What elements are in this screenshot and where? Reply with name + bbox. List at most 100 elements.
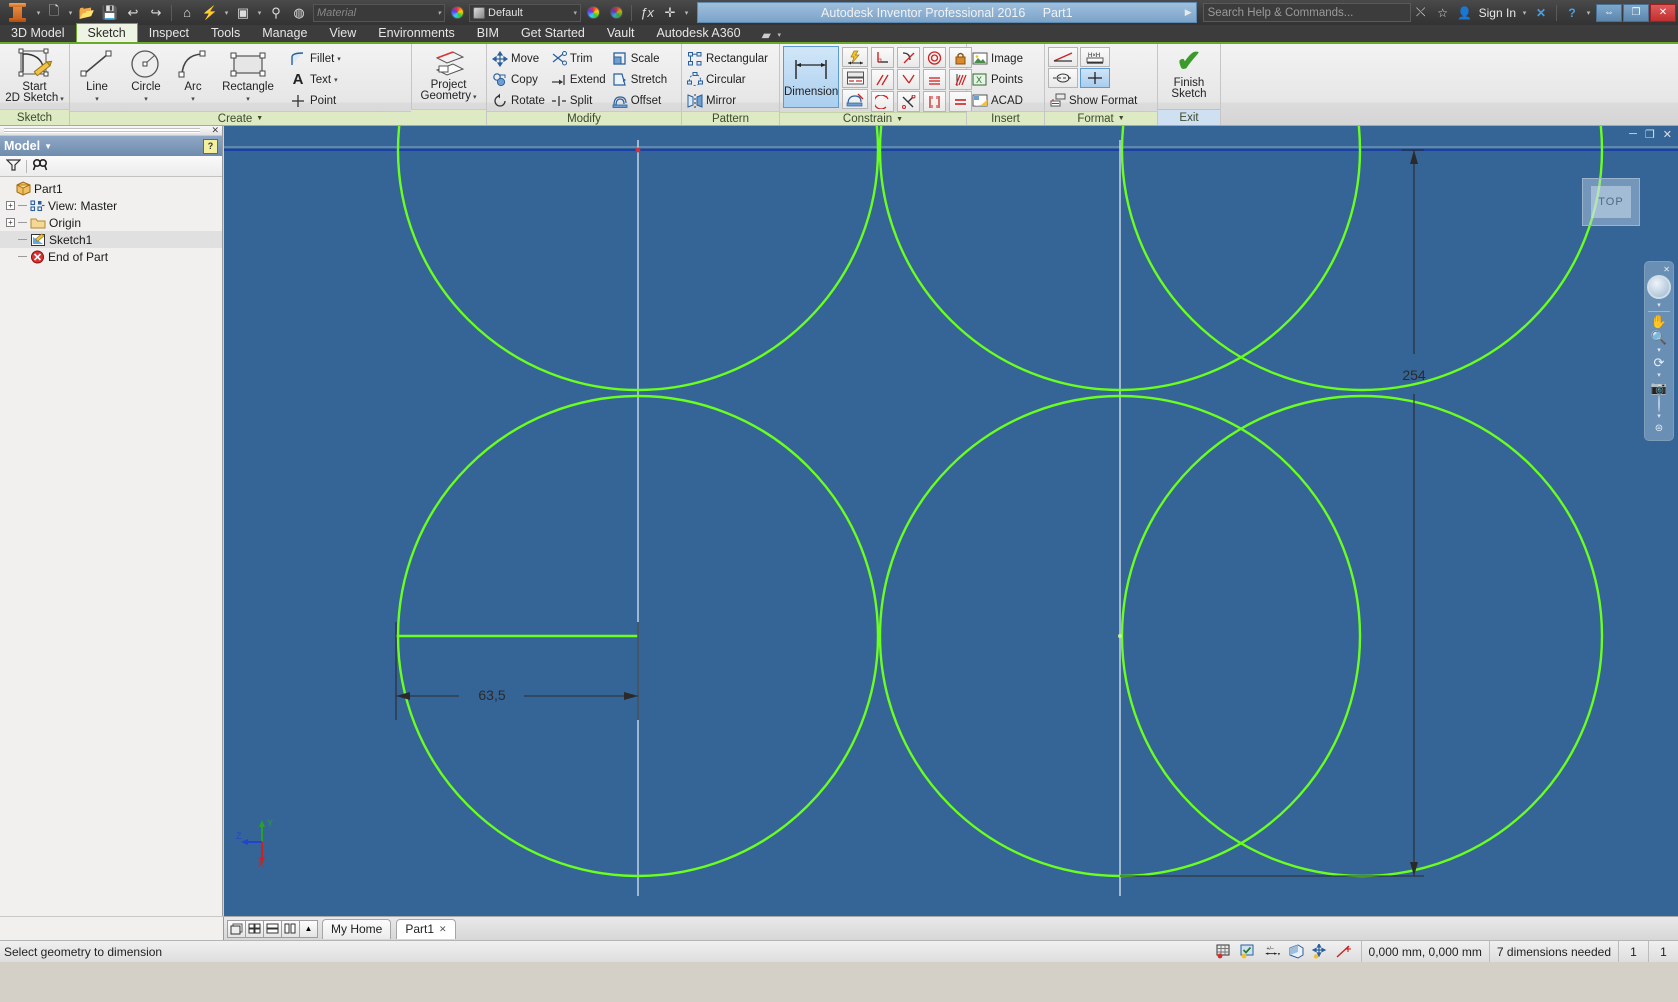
filter-icon[interactable] [5,158,22,175]
tab-vault[interactable]: Vault [596,23,646,42]
dimension-button[interactable]: Dimension [783,46,840,108]
perpendicular-constraint-icon[interactable] [871,47,895,68]
finish-sketch-button[interactable]: ✔ Finish Sketch [1161,46,1217,100]
tab-get-started[interactable]: Get Started [510,23,596,42]
adjust-appearance-icon[interactable] [582,2,604,24]
navbar-options-icon[interactable]: ⊜ [1655,421,1663,436]
copy-button[interactable]: Copy [490,69,549,90]
text-button[interactable]: A Text ▾ [287,69,345,90]
tab-sketch[interactable]: Sketch [75,23,138,42]
zoom-magnifier-icon[interactable]: 🔍 [1651,330,1667,345]
split-button[interactable]: Split [549,90,610,111]
new-icon[interactable]: 🗋 [43,2,65,24]
insert-image-button[interactable]: Image [970,48,1027,69]
tile-view-button[interactable] [245,919,264,938]
mirror-button[interactable]: Mirror [685,90,772,111]
restore-button[interactable]: ❐ [1623,3,1649,22]
zoom-caret-icon[interactable]: ▾ [1657,346,1661,354]
move-button[interactable]: Move [490,48,549,69]
concentric-constraint-icon[interactable] [923,47,947,68]
quick-access-caret-icon[interactable]: ▾ [34,9,43,17]
horizontal-tile-button[interactable] [263,919,282,938]
tab-tools[interactable]: Tools [200,23,251,42]
browser-help-icon[interactable]: ? [203,138,218,154]
relax-mode-icon[interactable] [1336,943,1353,960]
select-icon[interactable]: ▣ [232,2,254,24]
offset-button[interactable]: Offset [610,90,671,111]
smooth-constraint-icon[interactable] [871,91,895,112]
center-point-icon[interactable] [1080,68,1110,88]
sign-in-caret-icon[interactable]: ▾ [1520,9,1529,17]
show-format-button[interactable]: Show Format [1048,90,1141,111]
vertical-constraint-icon[interactable] [923,91,947,112]
insert-points-button[interactable]: X Points [970,69,1027,90]
user-avatar-icon[interactable]: 👤 [1455,3,1475,23]
tree-node-end-of-part[interactable]: End of Part [0,248,222,265]
parameters-fx-icon[interactable]: ƒx [636,2,658,24]
tab-inspect[interactable]: Inspect [138,23,200,42]
sign-in-button[interactable]: Sign In [1477,6,1518,20]
insert-acad-button[interactable]: ACAD [970,90,1027,111]
title-overflow-icon[interactable]: ▶ [1185,7,1192,18]
expand-tabs-button[interactable]: ▲ [299,919,318,938]
find-icon[interactable] [32,158,49,175]
share-icon[interactable]: ⤬ [1411,3,1431,23]
redo-icon[interactable]: ↪ [145,2,167,24]
point-button[interactable]: Point [287,90,345,111]
extend-button[interactable]: Extend [549,69,610,90]
pan-hand-icon[interactable]: ✋ [1651,314,1667,329]
undo-icon[interactable]: ↩ [122,2,144,24]
collinear-constraint-icon[interactable] [923,69,947,90]
tree-node-part1[interactable]: Part1 [0,180,222,197]
dimension-display-icon[interactable]: +/– ▾ [1264,943,1281,960]
orbit-icon[interactable]: ⟳ [1654,355,1665,370]
graphics-window[interactable]: ─ ❐ ✕ 63,5 254 TOP ✕ ▾ ✋ 🔍 ▾ ⟳ ▾ 📷 ▾ ⊜ Y… [224,126,1678,916]
display-caret-icon[interactable]: ▾ [1657,412,1661,420]
constraint-settings-icon[interactable] [842,89,869,109]
panel-format-caret-icon[interactable]: ▼ [1118,115,1125,122]
appearance-color-icon[interactable] [446,2,468,24]
tab-bim[interactable]: BIM [466,23,510,42]
horizontal-constraint-icon[interactable] [897,91,921,112]
tab-manage[interactable]: Manage [251,23,318,42]
navbar-close-icon[interactable]: ✕ [1663,265,1670,274]
gfx-minimize-icon[interactable]: ─ [1629,128,1637,140]
help-caret-icon[interactable]: ▾ [1584,9,1593,17]
home-icon[interactable]: ⌂ [176,2,198,24]
favorites-star-icon[interactable]: ☆ [1433,3,1453,23]
rectangle-button[interactable]: Rectangle ▾ [215,46,281,105]
panel-constrain-caret-icon[interactable]: ▼ [896,116,903,123]
project-geometry-button[interactable]: Project Geometry ▾ [414,46,483,103]
tab-view[interactable]: View [318,23,367,42]
tab-3d-model[interactable]: 3D Model [0,23,76,42]
close-button[interactable]: ✕ [1650,3,1676,22]
steering-wheel-caret-icon[interactable]: ▾ [1657,301,1661,309]
browser-title-caret-icon[interactable]: ▼ [44,142,52,151]
select-caret-icon[interactable]: ▾ [255,9,264,17]
appearance-globe-icon[interactable]: ◍ [288,2,310,24]
open-icon[interactable]: 📂 [76,2,98,24]
rectangular-pattern-button[interactable]: Rectangular [685,48,772,69]
view-cube[interactable]: TOP [1582,178,1640,226]
fillet-button[interactable]: Fillet ▾ [287,48,345,69]
parallel-constraint-icon[interactable] [871,69,895,90]
style-selector[interactable]: Default ▾ [469,3,581,22]
arc-button[interactable]: Arc ▾ [171,46,215,105]
update-caret-icon[interactable]: ▾ [222,9,231,17]
material-selector[interactable]: Material ▾ [313,3,445,22]
search-input[interactable]: Search Help & Commands... [1202,3,1411,22]
show-display-icon[interactable] [1658,395,1660,412]
style-caret-icon[interactable]: ▾ [573,9,577,17]
add-to-qat-icon[interactable]: ✛ [659,2,681,24]
new-caret-icon[interactable]: ▾ [66,9,75,17]
inventor-logo-icon[interactable] [0,0,34,25]
show-constraints-icon[interactable] [842,68,869,88]
view-cube-top-face[interactable]: TOP [1591,186,1631,218]
return-icon[interactable]: ⚲ [265,2,287,24]
panel-create-caret-icon[interactable]: ▼ [256,115,263,122]
expander-view-master[interactable]: + [6,201,15,210]
ribbon-options-caret-icon[interactable]: ▾ [775,31,784,39]
help-icon[interactable]: ? [1562,3,1582,23]
grid-snap-icon[interactable] [1216,943,1233,960]
expander-origin[interactable]: + [6,218,15,227]
